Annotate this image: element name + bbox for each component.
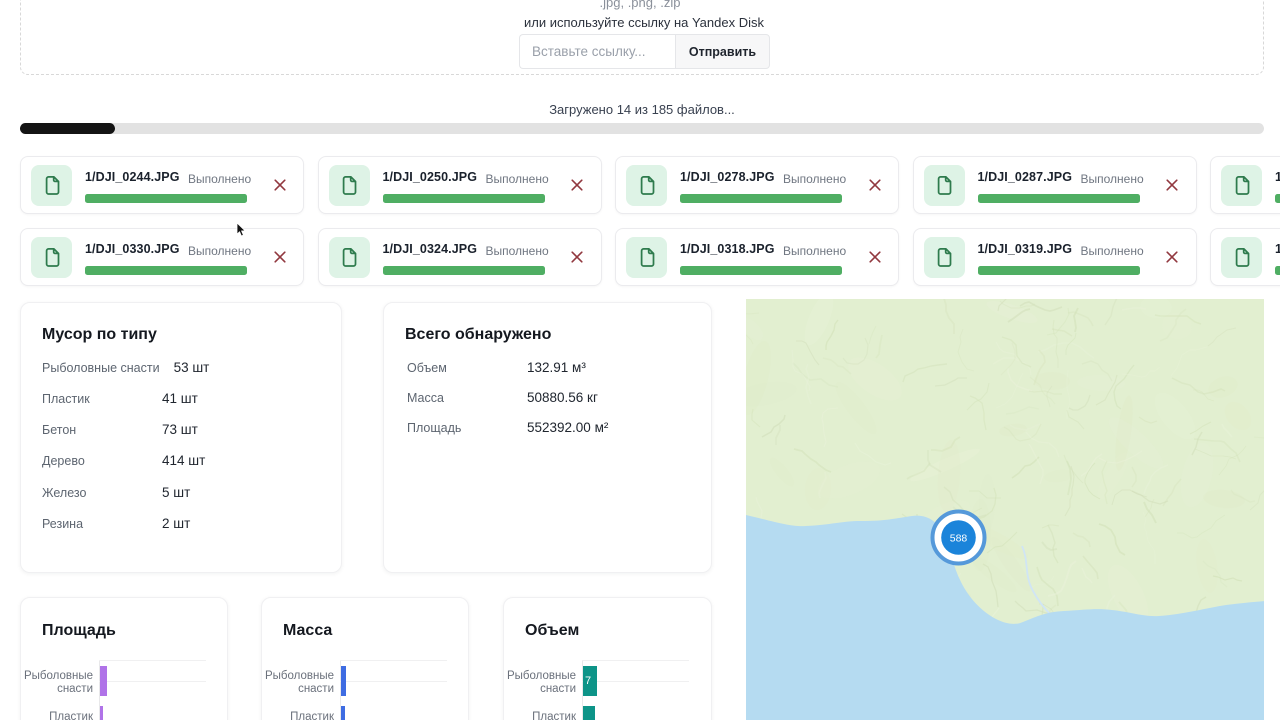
- svg-text:588: 588: [950, 532, 968, 544]
